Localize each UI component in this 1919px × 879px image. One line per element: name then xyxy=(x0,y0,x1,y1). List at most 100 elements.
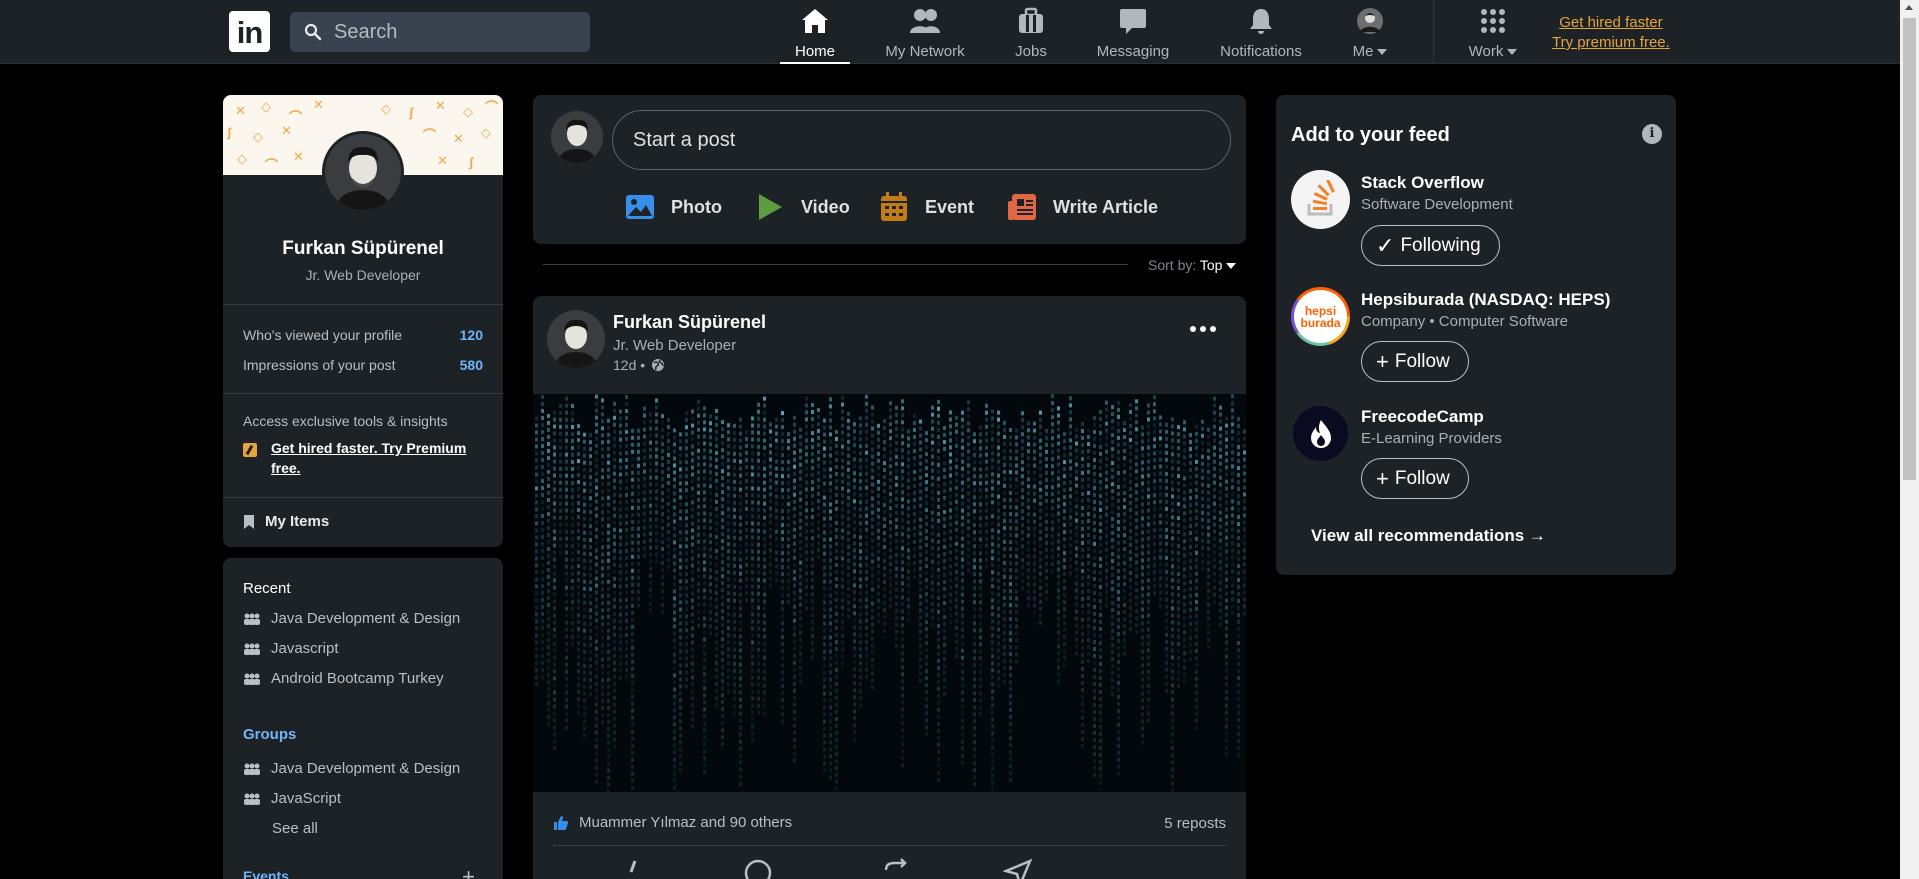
nav-messaging[interactable]: Messaging xyxy=(1090,0,1176,64)
start-post-input[interactable]: Start a post xyxy=(612,110,1231,170)
follow-button[interactable]: + Follow xyxy=(1361,341,1469,382)
stat-label: Who's viewed your profile xyxy=(243,327,403,343)
post-impressions-stat[interactable]: Impressions of your post 580 xyxy=(243,357,483,373)
photo-button[interactable]: Photo xyxy=(625,191,722,223)
calendar-icon xyxy=(879,192,909,222)
scrollbar-thumb[interactable] xyxy=(1903,18,1916,480)
reposts-count[interactable]: 5 reposts xyxy=(1164,815,1226,832)
my-items-link[interactable]: My Items xyxy=(243,513,329,530)
follow-button[interactable]: + Follow xyxy=(1361,458,1469,499)
search-bar[interactable] xyxy=(290,12,590,52)
post-timestamp: 12d • xyxy=(613,357,665,373)
freecodecamp-logo[interactable] xyxy=(1291,404,1350,463)
divider xyxy=(223,304,503,305)
divider xyxy=(223,497,503,498)
linkedin-logo[interactable]: in xyxy=(229,11,270,52)
top-navigation: in Home My Network Jobs Messaging Notifi… xyxy=(0,0,1900,64)
plus-icon: + xyxy=(1376,348,1389,374)
event-button[interactable]: Event xyxy=(879,191,974,223)
page-scrollbar[interactable] xyxy=(1900,0,1919,879)
group-item[interactable]: JavaScript xyxy=(243,790,341,807)
divider xyxy=(553,845,1226,846)
post-time-text: 12d • xyxy=(613,357,646,373)
briefcase-icon xyxy=(1015,5,1047,37)
matrix-code-image xyxy=(535,394,1246,792)
recommendation-name[interactable]: Hepsiburada (NASDAQ: HEPS) xyxy=(1361,290,1610,310)
video-button[interactable]: Video xyxy=(755,191,850,223)
stat-value: 120 xyxy=(459,327,483,343)
premium-line2: Try premium free. xyxy=(1552,34,1670,51)
globe-icon xyxy=(652,359,665,371)
composer-avatar[interactable] xyxy=(551,111,603,163)
feed-title: Add to your feed xyxy=(1291,124,1450,146)
more-options-icon[interactable] xyxy=(1190,326,1216,332)
photo-icon xyxy=(625,192,655,222)
send-action-icon[interactable] xyxy=(1003,858,1033,879)
group-icon xyxy=(244,793,260,805)
video-icon xyxy=(755,192,785,222)
search-input[interactable] xyxy=(334,20,574,44)
post-reactions[interactable]: Muammer Yılmaz and 90 others xyxy=(553,814,792,831)
premium-link[interactable]: Get hired faster Try premium free. xyxy=(1552,13,1670,53)
post-author-name[interactable]: Furkan Süpürenel xyxy=(613,312,766,333)
hepsiburada-logo[interactable]: hepsi burada xyxy=(1291,287,1350,346)
nav-notifications-label: Notifications xyxy=(1220,43,1302,60)
groups-title[interactable]: Groups xyxy=(243,726,296,743)
recommendation-name[interactable]: Stack Overflow xyxy=(1361,173,1484,193)
add-event-icon[interactable]: + xyxy=(462,864,475,879)
group-item[interactable]: Java Development & Design xyxy=(243,760,460,777)
grid-icon xyxy=(1477,5,1509,37)
see-all-link[interactable]: See all xyxy=(272,820,318,837)
like-action-icon[interactable] xyxy=(621,858,651,879)
profile-name[interactable]: Furkan Süpürenel xyxy=(223,238,503,260)
sort-label: Sort by: xyxy=(1148,257,1197,273)
recent-item[interactable]: Javascript xyxy=(243,640,339,657)
search-icon xyxy=(304,23,322,41)
nav-jobs-label: Jobs xyxy=(1015,43,1047,60)
nav-me-label: Me xyxy=(1352,43,1374,60)
post-image[interactable] xyxy=(533,394,1246,792)
post-author-title: Jr. Web Developer xyxy=(613,337,737,354)
article-icon xyxy=(1007,192,1037,222)
post-author-avatar[interactable] xyxy=(547,310,605,368)
premium-upsell-link[interactable]: Get hired faster. Try Premium free. xyxy=(243,438,483,478)
nav-home-label: Home xyxy=(794,43,835,60)
nav-my-network[interactable]: My Network xyxy=(880,0,970,64)
event-label: Event xyxy=(925,196,975,217)
my-items-label: My Items xyxy=(265,513,330,530)
network-icon xyxy=(909,5,941,37)
following-button[interactable]: ✓ Following xyxy=(1361,225,1500,266)
recommendation-name[interactable]: FreecodeCamp xyxy=(1361,407,1484,427)
events-title[interactable]: Events xyxy=(243,868,289,879)
write-article-button[interactable]: Write Article xyxy=(1007,191,1158,223)
profile-views-stat[interactable]: Who's viewed your profile 120 xyxy=(243,327,483,343)
write-article-label: Write Article xyxy=(1053,196,1159,217)
add-to-feed-card: Add to your feed i Stack Overflow Softwa… xyxy=(1276,95,1676,575)
repost-action-icon[interactable] xyxy=(881,858,911,879)
feed-post: Furkan Süpürenel Jr. Web Developer 12d •… xyxy=(533,296,1246,879)
profile-avatar[interactable] xyxy=(322,131,404,213)
info-icon[interactable]: i xyxy=(1642,124,1662,144)
recent-item[interactable]: Android Bootcamp Turkey xyxy=(243,670,444,687)
nav-notifications[interactable]: Notifications xyxy=(1213,0,1309,64)
recent-card: Recent Java Development & Design Javascr… xyxy=(223,558,503,879)
nav-home[interactable]: Home xyxy=(780,0,850,64)
group-icon xyxy=(244,763,260,775)
premium-icon xyxy=(243,443,257,457)
chevron-down-icon xyxy=(1507,49,1518,56)
comment-action-icon[interactable] xyxy=(743,858,773,879)
sort-divider xyxy=(543,264,1128,265)
view-all-recommendations-link[interactable]: View all recommendations → xyxy=(1311,526,1546,546)
divider xyxy=(223,393,503,394)
stack-overflow-logo[interactable] xyxy=(1291,170,1350,229)
sort-by-dropdown[interactable]: Sort by: Top xyxy=(1148,257,1237,273)
video-label: Video xyxy=(801,196,850,217)
recent-item[interactable]: Java Development & Design xyxy=(243,610,460,627)
nav-me[interactable]: Me xyxy=(1345,0,1395,64)
nav-work-label: Work xyxy=(1468,43,1504,60)
recent-title: Recent xyxy=(243,580,291,597)
nav-jobs[interactable]: Jobs xyxy=(1006,0,1056,64)
nav-work[interactable]: Work xyxy=(1463,0,1523,64)
chevron-down-icon xyxy=(1377,49,1388,56)
scroll-up-arrow-icon[interactable] xyxy=(1905,5,1913,10)
